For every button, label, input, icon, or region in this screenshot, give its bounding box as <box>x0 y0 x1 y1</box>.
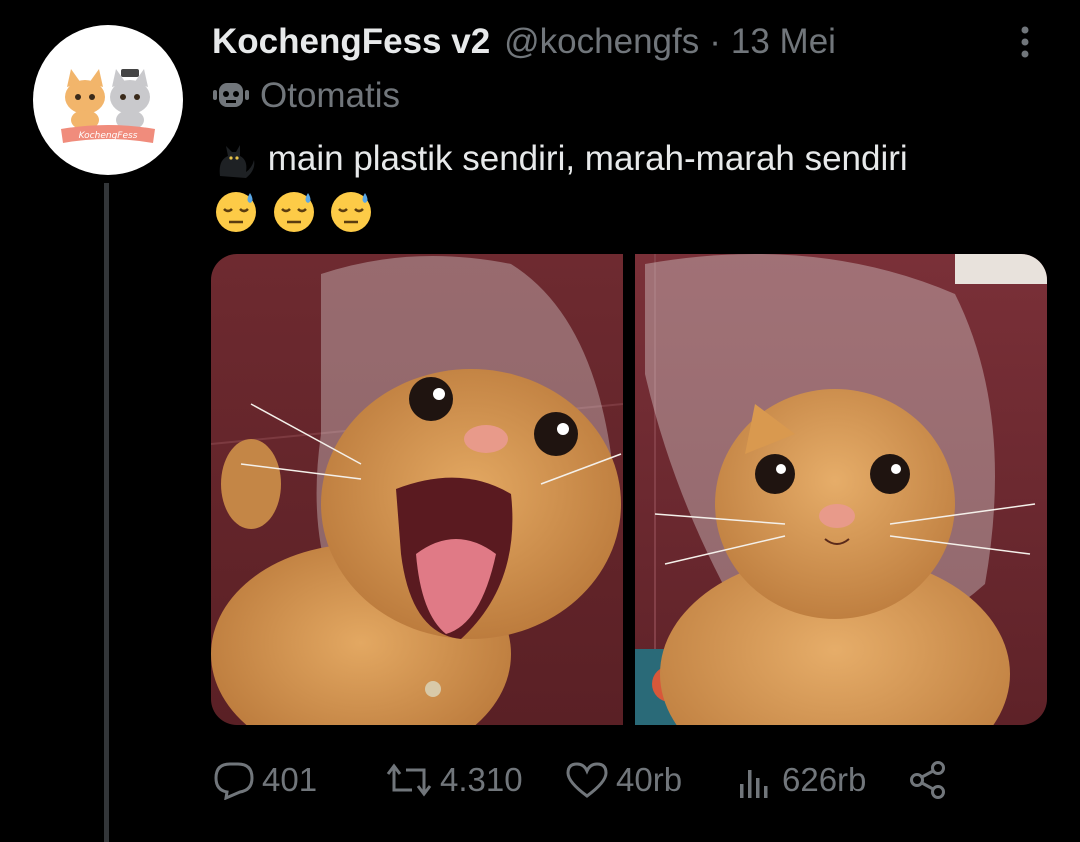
user-handle[interactable]: @kochengfs <box>504 22 699 62</box>
robot-icon <box>213 83 249 107</box>
black-cat-emoji <box>212 140 258 182</box>
like-count: 40rb <box>616 761 683 798</box>
tweet-header: KochengFess v2 @kochengfs · 13 Mei <box>212 18 836 66</box>
retweet-button[interactable]: 4.310 <box>384 755 523 805</box>
separator-dot: · <box>709 22 721 61</box>
automated-label-text: Otomatis <box>260 76 401 115</box>
views-button[interactable]: 626rb <box>736 755 866 805</box>
display-name[interactable]: KochengFess v2 <box>212 22 490 62</box>
share-button[interactable] <box>908 755 954 805</box>
downcast-face-with-sweat-emoji <box>270 187 318 235</box>
tweet-actions: 401 4.310 40rb 626rb <box>212 755 1012 805</box>
avatar-logo: KochengFess <box>61 69 155 143</box>
downcast-face-with-sweat-emoji <box>212 187 260 235</box>
reply-icon <box>214 762 254 800</box>
tweet-text: main plastik sendiri, marah-marah sendir… <box>212 134 1042 235</box>
share-icon <box>910 761 945 799</box>
thread-line <box>104 183 109 842</box>
avatar[interactable]: KochengFess <box>33 25 183 175</box>
tweet-body: main plastik sendiri, marah-marah sendir… <box>267 139 908 178</box>
reply-button[interactable]: 401 <box>212 755 317 805</box>
reply-count: 401 <box>262 761 318 798</box>
views-count: 626rb <box>782 761 867 798</box>
retweet-icon <box>386 763 432 797</box>
downcast-face-with-sweat-emoji <box>327 187 375 235</box>
tweet-date[interactable]: 13 Mei <box>731 22 836 62</box>
more-options-icon[interactable] <box>1010 22 1040 62</box>
cat-photo-1[interactable] <box>211 254 623 725</box>
like-button[interactable]: 40rb <box>564 755 682 805</box>
automated-account-label[interactable]: Otomatis <box>212 74 400 118</box>
avatar-banner-text: KochengFess <box>79 131 138 141</box>
heart-icon <box>566 762 608 798</box>
cat-photo-2[interactable] <box>635 254 1047 725</box>
retweet-count: 4.310 <box>440 761 523 798</box>
tweet-media <box>211 254 1047 725</box>
analytics-icon <box>740 770 768 798</box>
